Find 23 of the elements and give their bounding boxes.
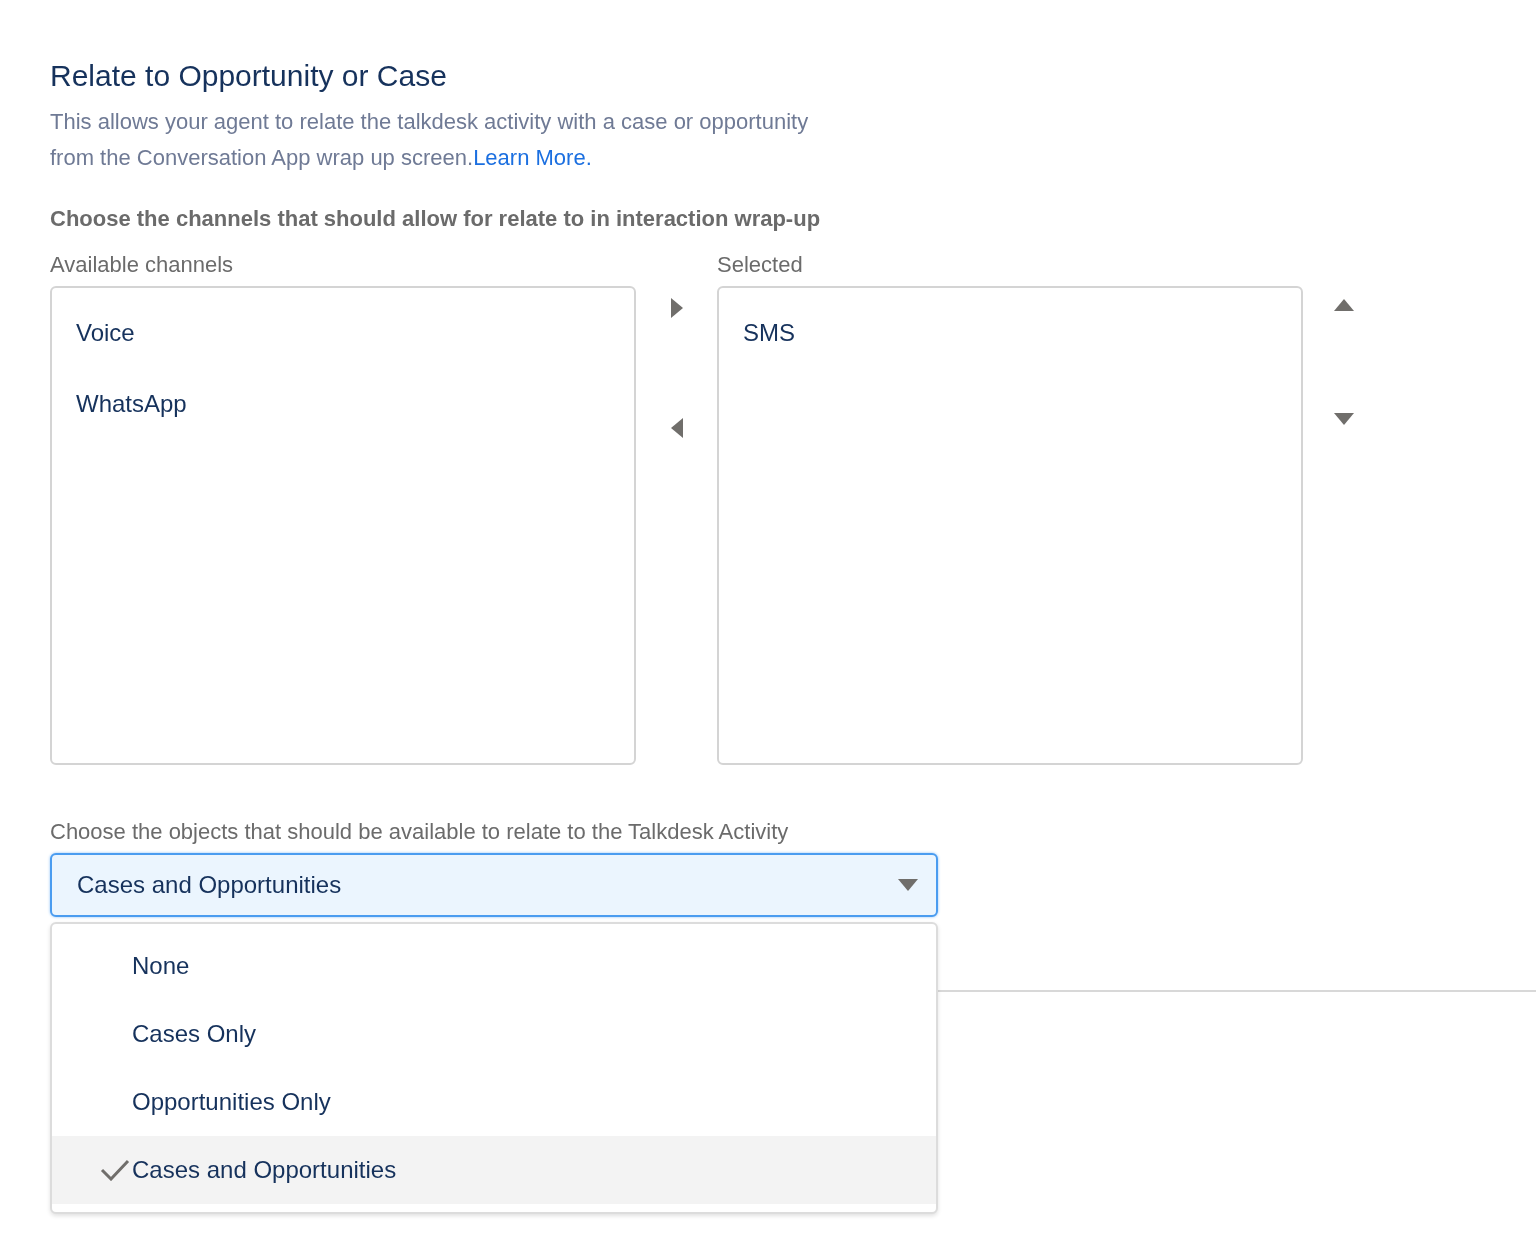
channel-option[interactable]: Voice	[76, 306, 634, 377]
dropdown-option[interactable]: None	[52, 932, 936, 1000]
move-left-icon[interactable]	[669, 418, 684, 438]
move-right-icon[interactable]	[669, 298, 684, 318]
objects-label: Choose the objects that should be available to relate to the Talkdesk Activity	[50, 818, 790, 846]
selected-listbox[interactable]: SMS	[717, 286, 1303, 765]
objects-combobox[interactable]: Cases and Opportunities	[50, 853, 938, 917]
section-title: Relate to Opportunity or Case	[50, 58, 448, 94]
move-down-icon[interactable]	[1334, 412, 1354, 426]
dropdown-option[interactable]: Opportunities Only	[52, 1068, 936, 1136]
selected-label: Selected	[717, 251, 804, 279]
channel-option[interactable]: WhatsApp	[76, 377, 634, 448]
learn-more-link[interactable]: Learn More.	[473, 145, 592, 170]
channels-heading: Choose the channels that should allow for relate to in interaction wrap-up	[50, 206, 822, 232]
checkmark-icon	[100, 1159, 130, 1181]
dropdown-option[interactable]: Cases and Opportunities	[52, 1136, 936, 1204]
section-description: This allows your agent to relate the talkdesk activity with a case or opportunity from the Conversation App wrap up screen.Learn More.	[50, 108, 810, 172]
available-listbox[interactable]: Voice WhatsApp	[50, 286, 636, 765]
dropdown-option[interactable]: Cases Only	[52, 1000, 936, 1068]
move-up-icon[interactable]	[1334, 298, 1354, 312]
dropdown-caret-icon	[898, 879, 918, 891]
channel-option[interactable]: SMS	[743, 306, 1301, 377]
available-label: Available channels	[50, 251, 235, 279]
